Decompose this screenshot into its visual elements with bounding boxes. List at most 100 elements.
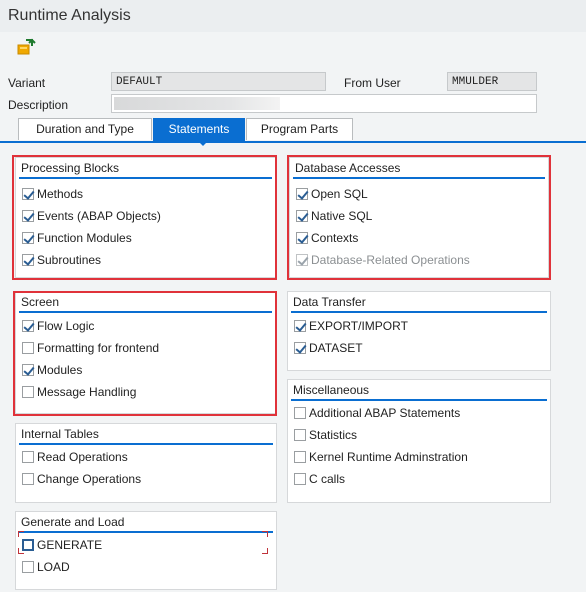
checkbox[interactable] (22, 451, 34, 463)
checkbox[interactable] (296, 188, 308, 200)
checkbox-label: Change Operations (37, 472, 142, 486)
checkbox-label: LOAD (37, 560, 70, 574)
tab-active-indicator (198, 141, 208, 146)
group-title: Data Transfer (293, 295, 366, 309)
group-database-accesses: Database Accesses Open SQL Native SQL Co… (289, 157, 549, 278)
group-title: Database Accesses (295, 161, 401, 175)
group-miscellaneous: Miscellaneous Additional ABAP Statements… (287, 379, 551, 503)
checkbox[interactable] (294, 451, 306, 463)
checkbox[interactable] (22, 320, 34, 332)
checkbox-label: Additional ABAP Statements (309, 406, 461, 420)
checkbox-label: Statistics (309, 428, 358, 442)
focus-corner (262, 548, 268, 554)
checkbox-formatting-for-frontend[interactable]: Formatting for frontend (22, 340, 159, 356)
checkbox-label: Read Operations (37, 450, 128, 464)
checkbox[interactable] (296, 232, 308, 244)
checkbox-flow-logic[interactable]: Flow Logic (22, 318, 94, 334)
group-divider (19, 311, 272, 313)
tab-underline (0, 141, 586, 143)
checkbox-label: Events (ABAP Objects) (37, 209, 161, 223)
checkbox-label: GENERATE (37, 538, 103, 552)
group-title: Screen (21, 295, 60, 309)
checkbox-generate[interactable]: GENERATE (22, 537, 102, 553)
group-title: Generate and Load (21, 515, 125, 529)
checkbox-dataset[interactable]: DATASET (294, 340, 363, 356)
group-divider (291, 399, 547, 401)
checkbox-statistics[interactable]: Statistics (294, 427, 357, 443)
checkbox[interactable] (22, 364, 34, 376)
tab-duration-and-type[interactable]: Duration and Type (18, 118, 152, 140)
checkbox-change-operations[interactable]: Change Operations (22, 471, 141, 487)
checkbox[interactable] (22, 210, 34, 222)
checkbox[interactable] (294, 342, 306, 354)
checkbox (296, 254, 308, 266)
checkbox-label: Formatting for frontend (37, 341, 160, 355)
checkbox-kernel-runtime-administration[interactable]: Kernel Runtime Adminstration (294, 449, 468, 465)
checkbox-c-calls[interactable]: C calls (294, 471, 345, 487)
checkbox[interactable] (22, 561, 34, 573)
checkbox[interactable] (22, 232, 34, 244)
checkbox-contexts[interactable]: Contexts (296, 230, 358, 246)
checkbox-label: Contexts (311, 231, 359, 245)
title-bar: Runtime Analysis (0, 0, 586, 32)
transport-icon[interactable] (16, 38, 36, 56)
group-title: Miscellaneous (293, 383, 370, 397)
checkbox[interactable] (22, 188, 34, 200)
checkbox-events[interactable]: Events (ABAP Objects) (22, 208, 161, 224)
from-user-field[interactable]: MMULDER (447, 72, 537, 91)
group-divider (19, 531, 273, 533)
checkbox-read-operations[interactable]: Read Operations (22, 449, 128, 465)
group-processing-blocks: Processing Blocks Methods Events (ABAP O… (15, 157, 276, 278)
group-internal-tables: Internal Tables Read Operations Change O… (15, 423, 277, 503)
focus-corner (262, 531, 268, 537)
tab-statements[interactable]: Statements (153, 118, 245, 141)
checkbox-label: Native SQL (311, 209, 373, 223)
group-divider (19, 177, 272, 179)
checkbox[interactable] (22, 254, 34, 266)
checkbox[interactable] (296, 210, 308, 222)
checkbox-methods[interactable]: Methods (22, 186, 83, 202)
checkbox[interactable] (294, 473, 306, 485)
checkbox-open-sql[interactable]: Open SQL (296, 186, 368, 202)
checkbox-export-import[interactable]: EXPORT/IMPORT (294, 318, 408, 334)
checkbox-native-sql[interactable]: Native SQL (296, 208, 372, 224)
checkbox-label: Open SQL (311, 187, 368, 201)
group-divider (19, 443, 273, 445)
checkbox-function-modules[interactable]: Function Modules (22, 230, 132, 246)
checkbox[interactable] (22, 473, 34, 485)
checkbox-subroutines[interactable]: Subroutines (22, 252, 101, 268)
checkbox-label: Subroutines (37, 253, 102, 267)
checkbox[interactable] (22, 342, 34, 354)
window-title: Runtime Analysis (8, 7, 131, 24)
checkbox[interactable] (294, 320, 306, 332)
checkbox-additional-abap-statements[interactable]: Additional ABAP Statements (294, 405, 460, 421)
checkbox-modules[interactable]: Modules (22, 362, 82, 378)
checkbox[interactable] (294, 407, 306, 419)
checkbox-label: Function Modules (37, 231, 132, 245)
checkbox-label: Kernel Runtime Adminstration (309, 450, 468, 464)
checkbox-message-handling[interactable]: Message Handling (22, 384, 136, 400)
from-user-label: From User (344, 76, 401, 90)
checkbox-label: Methods (37, 187, 84, 201)
group-title: Processing Blocks (21, 161, 120, 175)
checkbox-load[interactable]: LOAD (22, 559, 70, 575)
group-screen: Screen Flow Logic Formatting for fronten… (15, 291, 276, 414)
variant-label: Variant (8, 76, 46, 90)
checkbox-label: Modules (37, 363, 83, 377)
checkbox[interactable] (294, 429, 306, 441)
checkbox-database-related-operations: Database-Related Operations (296, 252, 470, 268)
variant-field[interactable]: DEFAULT (111, 72, 326, 91)
focus-corner (18, 548, 24, 554)
checkbox[interactable] (22, 386, 34, 398)
group-divider (293, 177, 545, 179)
checkbox-label: Message Handling (37, 385, 137, 399)
toolbar (0, 32, 586, 62)
checkbox-label: Flow Logic (37, 319, 95, 333)
group-title: Internal Tables (21, 427, 99, 441)
description-label: Description (8, 98, 69, 112)
checkbox-label: DATASET (309, 341, 363, 355)
group-divider (291, 311, 547, 313)
tab-program-parts[interactable]: Program Parts (246, 118, 353, 140)
description-field[interactable] (111, 94, 537, 113)
group-data-transfer: Data Transfer EXPORT/IMPORT DATASET (287, 291, 551, 371)
